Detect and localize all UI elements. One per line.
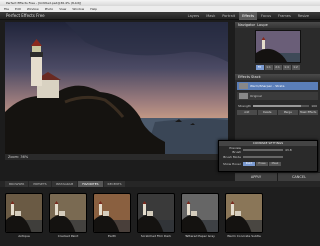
strength-value[interactable]: 100 xyxy=(311,104,317,108)
preset-tile[interactable]: Cracked Paint xyxy=(49,193,87,238)
layer-label: Original xyxy=(250,94,262,98)
window-title: Perfect Effects Free - [Untitled.psd@36.… xyxy=(6,1,82,5)
preset-label: Scratched Film Dark xyxy=(140,234,172,238)
tab-browser[interactable]: BROWSER xyxy=(5,181,29,187)
preset-tile[interactable]: Warm Concrete Subtle xyxy=(225,193,263,238)
zoom-fit-button[interactable]: Fit xyxy=(255,65,264,70)
hover-paint-option[interactable]: Paint xyxy=(243,161,255,166)
preset-label: Earth xyxy=(107,234,117,238)
mode-switcher: Layers Mask Portrait Effects Focus Frame… xyxy=(185,12,312,20)
strength-slider-row: Strength 100 xyxy=(238,103,317,108)
preset-label: Cracked Paint xyxy=(57,234,79,238)
canvas-status-bar: Zoom: 36% xyxy=(5,154,228,160)
mode-resize[interactable]: Resize xyxy=(295,12,312,20)
preset-label: Tattered Paper Gray xyxy=(185,234,215,238)
merge-layer-button[interactable]: Merge xyxy=(278,110,298,115)
navigator-zoom-buttons: Fit 1:1 2:1 1:4 1:2 xyxy=(235,65,320,70)
add-layer-button[interactable]: Add xyxy=(237,110,257,115)
preset-thumbnail xyxy=(137,193,175,233)
layer-thumbnail xyxy=(239,93,248,99)
tab-favorites[interactable]: FAVORITES xyxy=(78,181,103,187)
cancel-button[interactable]: CANCEL xyxy=(278,173,320,181)
preset-tile[interactable]: Earth xyxy=(93,193,131,238)
photo-canvas[interactable] xyxy=(5,22,228,154)
zoom-1-2-button[interactable]: 1:2 xyxy=(291,65,300,70)
brush-mode-row: Brush Mode xyxy=(219,153,317,160)
zoom-label: Zoom: 36% xyxy=(8,155,29,159)
preset-label: Warm Concrete Subtle xyxy=(227,234,261,238)
effects-stack-title: Effects Stack xyxy=(238,75,261,79)
apply-button[interactable]: APPLY xyxy=(235,173,277,181)
tab-instagram[interactable]: INSTAGRAM xyxy=(51,181,78,187)
mode-focus[interactable]: Focus xyxy=(258,12,274,20)
app-toolbar: Perfect Effects Free Layers Mask Portrai… xyxy=(0,12,320,20)
preset-thumbnail xyxy=(93,193,131,233)
mode-layers[interactable]: Layers xyxy=(185,12,203,20)
preview-brush-label: Preview Brush xyxy=(229,145,241,154)
apply-cancel-bar: APPLY CANCEL xyxy=(235,173,320,181)
preset-tile[interactable]: Scratched Film Dark xyxy=(137,193,175,238)
preset-label: Antique xyxy=(18,234,30,238)
loupe-title[interactable]: Loupe xyxy=(257,22,268,28)
preview-brush-value[interactable]: 43.8 xyxy=(285,148,293,152)
zoom-1-4-button[interactable]: 1:4 xyxy=(282,65,291,70)
zoom-1-1-button[interactable]: 1:1 xyxy=(264,65,273,70)
navigator-thumbnail[interactable] xyxy=(254,30,301,63)
mask-effects-button[interactable]: Mask Effects xyxy=(298,110,318,115)
strength-label: Strength xyxy=(238,103,251,108)
preset-thumbnail xyxy=(49,193,87,233)
mode-portrait[interactable]: Portrait xyxy=(219,12,238,20)
preset-thumbnail xyxy=(225,193,263,233)
lighthouse-photo xyxy=(5,22,228,154)
zoom-2-1-button[interactable]: 2:1 xyxy=(273,65,282,70)
effect-layer-original[interactable]: Original xyxy=(237,92,318,100)
strength-slider[interactable] xyxy=(252,104,310,107)
mode-frames[interactable]: Frames xyxy=(275,12,294,20)
effects-stack-header[interactable]: Effects Stack xyxy=(235,74,320,80)
effect-layer-selected[interactable]: Warm/Sharpen - Strata xyxy=(237,82,318,90)
preset-thumbnail xyxy=(5,193,43,233)
strength-slider-fill xyxy=(252,104,301,107)
tab-recents[interactable]: RECENTS xyxy=(103,181,126,187)
show-hover-label: Show Hover xyxy=(223,161,241,166)
brush-mode-slider[interactable] xyxy=(243,155,283,158)
brush-mode-label: Brush Mode xyxy=(223,154,241,159)
delete-layer-button[interactable]: Delete xyxy=(257,110,277,115)
layer-label: Warm/Sharpen - Strata xyxy=(250,84,285,88)
mode-effects[interactable]: Effects xyxy=(239,12,258,20)
mode-mask[interactable]: Mask xyxy=(203,12,218,20)
tab-presets[interactable]: PRESETS xyxy=(29,181,51,187)
effects-stack-buttons: Add Delete Merge Mask Effects xyxy=(237,110,318,115)
navigator-title: Navigator xyxy=(238,23,256,27)
hover-erase-option[interactable]: Erase xyxy=(256,161,268,166)
hover-mode-segmented: Paint Erase Mask xyxy=(243,161,281,166)
hover-mask-option[interactable]: Mask xyxy=(269,161,281,166)
show-hover-row: Show Hover Paint Erase Mask xyxy=(219,160,317,167)
preview-brush-row: Preview Brush 43.8 xyxy=(219,145,317,154)
compare-settings-dialog: COMPARE SETTINGS Preview Brush 43.8 Brus… xyxy=(218,140,318,172)
preset-tile[interactable]: Antique xyxy=(5,193,43,238)
navigator-photo xyxy=(255,31,300,62)
preset-browser: BROWSER PRESETS INSTAGRAM FAVORITES RECE… xyxy=(0,181,320,246)
preset-thumbnail xyxy=(181,193,219,233)
navigator-header[interactable]: Navigator Loupe xyxy=(235,22,320,28)
preset-tile[interactable]: Tattered Paper Gray xyxy=(181,193,219,238)
app-title: Perfect Effects Free xyxy=(6,13,45,18)
preset-strip: Antique Cracked Paint Earth Scratched Film … xyxy=(0,187,320,238)
layer-thumbnail xyxy=(239,83,248,89)
preview-brush-slider[interactable] xyxy=(243,148,283,151)
